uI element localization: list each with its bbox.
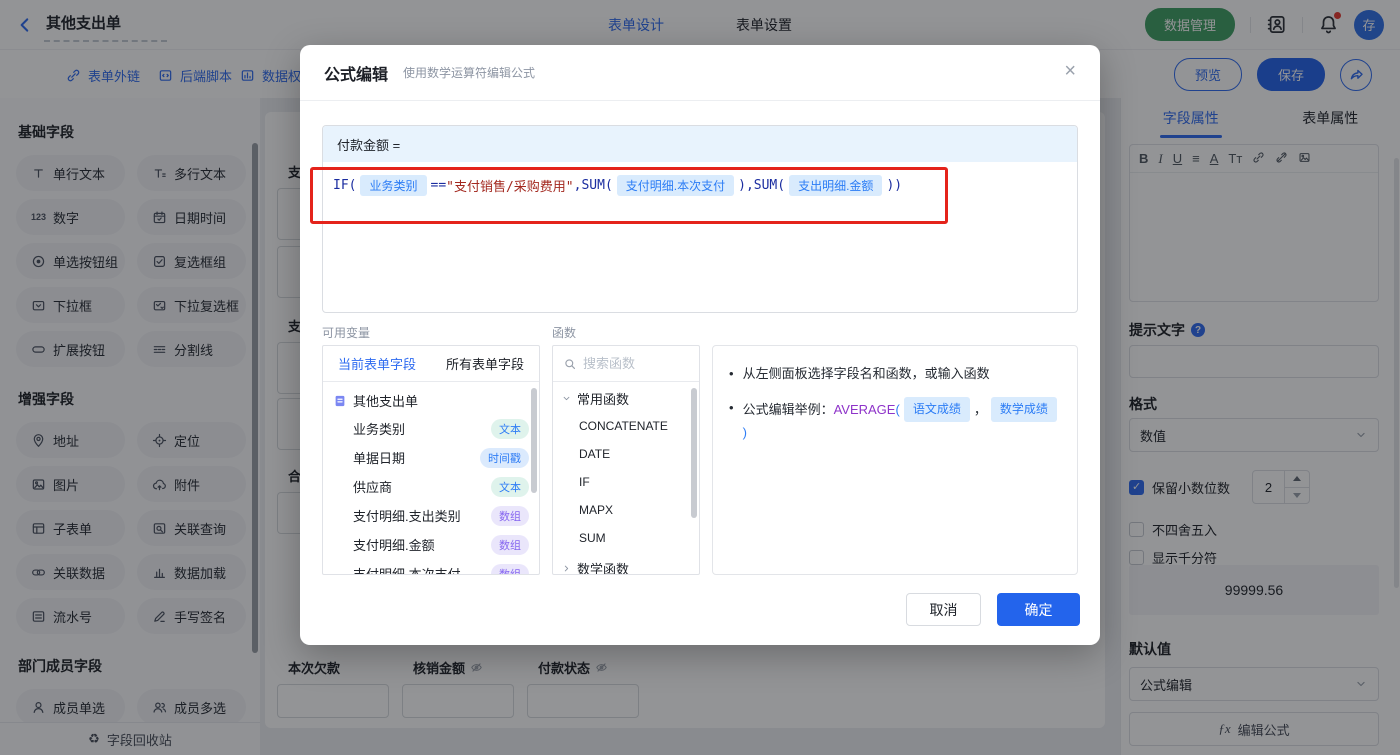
function-SUM[interactable]: SUM <box>553 524 699 552</box>
field-chip-数学成绩[interactable]: 数学成绩 <box>990 397 1057 422</box>
dialog-header: 公式编辑 使用数学运算符编辑公式 × <box>300 45 1100 101</box>
variable-name: 支付明细.金额 <box>353 538 435 553</box>
variables-root-row[interactable]: 其他支出单 <box>323 387 539 414</box>
bullet-icon: • <box>729 366 734 381</box>
token-paren: ( <box>895 402 900 417</box>
variable-name: 支付明细.本次支付 <box>353 567 461 575</box>
cancel-button[interactable]: 取消 <box>906 593 981 626</box>
bullet-icon: • <box>729 400 734 415</box>
doc-icon <box>333 394 347 408</box>
type-badge: 数组 <box>491 563 529 574</box>
function-group-label: 常用函数 <box>577 392 630 407</box>
field-chip-支付明细.本次支付[interactable]: 支付明细.本次支付 <box>616 175 735 196</box>
variables-scrollbar[interactable] <box>531 388 537 493</box>
token-paren: ) <box>742 425 747 440</box>
help-line: • 从左侧面板选择字段名和函数，或输入函数 <box>729 363 1061 384</box>
formula-expression: IF(业务类别 == "支付销售/采购费用" ,SUM(支付明细.本次支付),SUM(… <box>333 175 1067 196</box>
functions-panel: 常用函数CONCATENATEDATEIFMAPXSUM数学函数文本函数 <box>552 345 700 575</box>
chevron-down-icon <box>561 393 572 404</box>
formula-box: 付款金额 = IF(业务类别 == "支付销售/采购费用" ,SUM(支付明细.本次支… <box>322 125 1078 313</box>
token-kw: )) <box>886 178 903 193</box>
close-icon[interactable]: × <box>1064 61 1076 81</box>
function-search <box>553 346 699 382</box>
functions-label: 函数 <box>552 326 577 340</box>
formula-target: 付款金额 = <box>323 126 1077 162</box>
token-fn: AVERAGE <box>833 402 896 417</box>
formula-editor-dialog: 公式编辑 使用数学运算符编辑公式 × 付款金额 = IF(业务类别 == "支付销售… <box>300 45 1100 645</box>
function-DATE[interactable]: DATE <box>553 440 699 468</box>
chevron-right-icon <box>561 563 572 574</box>
variable-name: 业务类别 <box>353 422 406 437</box>
token-kw: == <box>430 178 447 193</box>
variable-row-单据日期[interactable]: 单据日期 时间戳 <box>323 443 539 472</box>
variable-row-支付明细.本次支付[interactable]: 支付明细.本次支付 数组 <box>323 559 539 575</box>
functions-scrollbar[interactable] <box>691 388 697 518</box>
variable-row-支付明细.支出类别[interactable]: 支付明细.支出类别 数组 <box>323 501 539 530</box>
variables-label: 可用变量 <box>322 326 371 340</box>
help-panel: • 从左侧面板选择字段名和函数，或输入函数 • 公式编辑举例： AVERAGE(语文成绩… <box>712 345 1078 575</box>
type-badge: 数组 <box>491 505 529 526</box>
token-kw: ),SUM( <box>738 178 786 193</box>
function-IF[interactable]: IF <box>553 468 699 496</box>
variables-panel: 当前表单字段 所有表单字段 其他支出单 业务类别 文本 单据日期 时间戳 供应商 文本 支付明… <box>322 345 540 575</box>
field-chip-业务类别[interactable]: 业务类别 <box>360 175 427 196</box>
variable-name: 单据日期 <box>353 451 406 466</box>
dialog-title: 公式编辑 <box>324 66 389 84</box>
type-badge: 时间戳 <box>480 447 529 468</box>
search-icon <box>563 357 577 371</box>
help-line: • 公式编辑举例： AVERAGE(语文成绩，数学成绩) <box>729 397 1061 443</box>
function-search-input[interactable] <box>583 356 689 371</box>
variable-row-支付明细.金额[interactable]: 支付明细.金额 数组 <box>323 530 539 559</box>
function-group-数学函数[interactable]: 数学函数 <box>553 555 699 575</box>
function-group-常用函数[interactable]: 常用函数 <box>553 385 699 412</box>
token-str: "支付销售/采购费用" <box>446 180 574 195</box>
variable-row-业务类别[interactable]: 业务类别 文本 <box>323 414 539 443</box>
type-badge: 文本 <box>491 418 529 439</box>
vars-tab-当前表单字段[interactable]: 当前表单字段 <box>323 346 431 381</box>
confirm-button[interactable]: 确定 <box>997 593 1080 626</box>
type-badge: 文本 <box>491 476 529 497</box>
field-chip-语文成绩[interactable]: 语文成绩 <box>903 397 970 422</box>
variable-row-供应商[interactable]: 供应商 文本 <box>323 472 539 501</box>
token-plain: 从左侧面板选择字段名和函数，或输入函数 <box>742 366 990 381</box>
help-line-text: 从左侧面板选择字段名和函数，或输入函数 <box>743 363 990 384</box>
field-chip-支出明细.金额[interactable]: 支出明细.金额 <box>789 175 883 196</box>
variables-tabs: 当前表单字段 所有表单字段 <box>323 346 539 382</box>
vars-tab-所有表单字段[interactable]: 所有表单字段 <box>431 346 539 381</box>
function-rows: 常用函数CONCATENATEDATEIFMAPXSUM数学函数文本函数 <box>553 385 699 575</box>
help-line-text: 公式编辑举例： AVERAGE(语文成绩，数学成绩) <box>743 397 1061 443</box>
variables-rows: 业务类别 文本 单据日期 时间戳 供应商 文本 支付明细.支出类别 数组 支付明细.金额 数组 支付… <box>323 414 539 575</box>
token-kw: IF( <box>333 178 357 193</box>
formula-input-area[interactable]: IF(业务类别 == "支付销售/采购费用" ,SUM(支付明细.本次支付),SUM(… <box>323 162 1077 209</box>
token-plain: 公式编辑举例： <box>742 402 834 417</box>
function-group-label: 数学函数 <box>577 562 630 575</box>
variable-name: 供应商 <box>353 480 393 495</box>
function-MAPX[interactable]: MAPX <box>553 496 699 524</box>
function-CONCATENATE[interactable]: CONCATENATE <box>553 412 699 440</box>
type-badge: 数组 <box>491 534 529 555</box>
variable-name: 支付明细.支出类别 <box>353 509 461 524</box>
token-plain: ， <box>973 402 987 417</box>
token-kw: ,SUM( <box>573 178 613 193</box>
dialog-subtitle: 使用数学运算符编辑公式 <box>403 66 536 80</box>
